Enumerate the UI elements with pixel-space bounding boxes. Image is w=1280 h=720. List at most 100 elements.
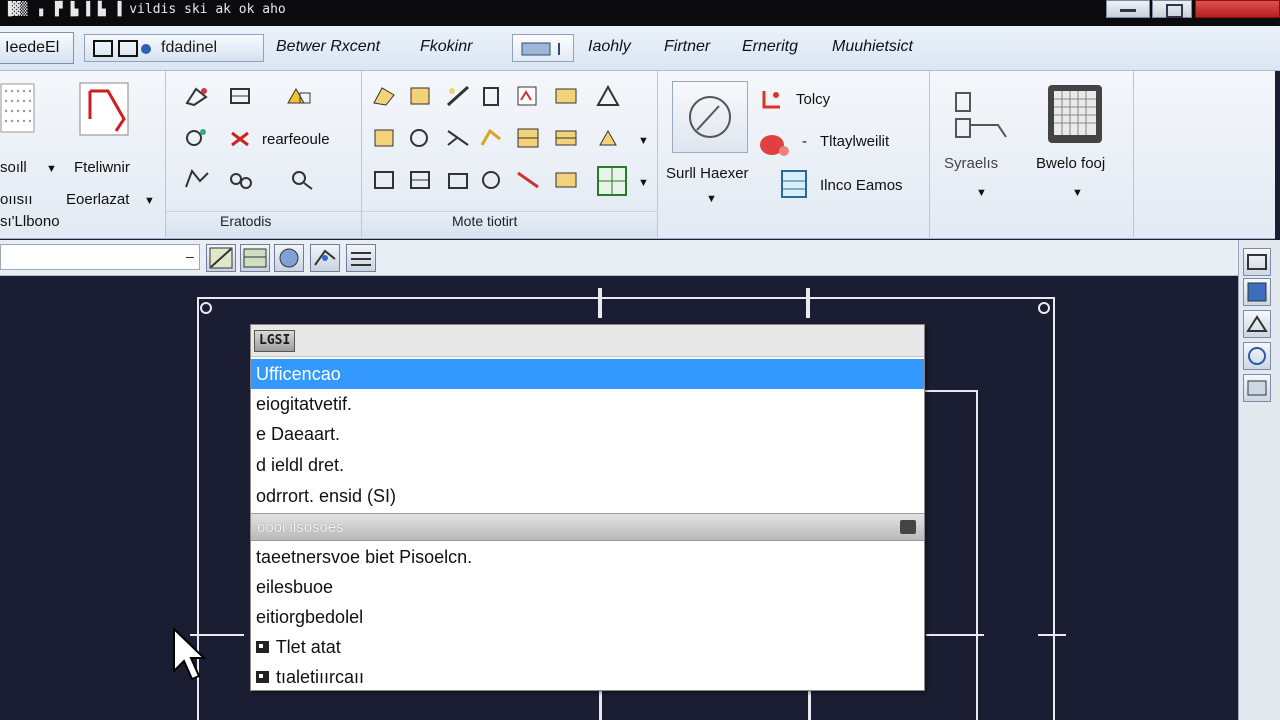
globe-tool-button[interactable]: [274, 244, 304, 272]
list-item-selected[interactable]: Ufficencao: [251, 359, 924, 389]
table-icon[interactable]: [780, 169, 808, 199]
tab-1[interactable]: Betwer Rxcent: [276, 38, 380, 56]
zoom-icon[interactable]: [290, 169, 316, 191]
corner-marker-icon: [1038, 302, 1050, 314]
minimize-button[interactable]: [1106, 0, 1150, 18]
tool-icon[interactable]: [286, 85, 312, 107]
chevron-down-icon[interactable]: ▼: [46, 163, 57, 175]
group4-item-a[interactable]: Tolcy: [796, 91, 830, 108]
quick-access-toolbar[interactable]: fdadinel: [84, 34, 264, 62]
tool-icon[interactable]: [372, 169, 398, 191]
group1-label-c[interactable]: oıısıı: [0, 191, 33, 208]
list-item[interactable]: taeetnersvoe biet Pisoelcn.: [251, 542, 924, 572]
tool-icon[interactable]: [516, 85, 542, 107]
tool-icon[interactable]: [228, 85, 254, 107]
tab-3[interactable]: Iaohly: [588, 38, 631, 56]
red-tool-icon[interactable]: [760, 87, 786, 109]
list-item-with-icon[interactable]: tıaletiıırcaıı: [251, 662, 924, 692]
separator-toggle-icon[interactable]: [900, 520, 916, 534]
pattern-icon: [351, 252, 371, 266]
list-item[interactable]: eiogitatvetif.: [251, 389, 924, 419]
dropdown-header-tag[interactable]: LGSI: [254, 330, 296, 352]
panel-button-4[interactable]: [1243, 342, 1271, 370]
tool-icon[interactable]: [446, 85, 472, 107]
layout-icon: [243, 248, 267, 268]
tool-icon[interactable]: [372, 127, 398, 149]
panel-button-1[interactable]: [1243, 248, 1271, 276]
tool-icon[interactable]: [596, 85, 622, 107]
tool-icon[interactable]: [408, 127, 434, 149]
group5-label-a[interactable]: Syraelıs: [944, 155, 998, 172]
chevron-down-icon[interactable]: ▼: [638, 177, 649, 189]
group1-label-b[interactable]: Fteliwnir: [74, 159, 130, 176]
tool-icon[interactable]: [516, 169, 542, 191]
list-item[interactable]: e Daeaart.: [251, 419, 924, 449]
tool-icon[interactable]: [554, 85, 580, 107]
tab-5[interactable]: Erneritg: [742, 38, 798, 56]
grid-panel-icon[interactable]: [1046, 83, 1104, 145]
red-shape-icon[interactable]: [758, 129, 792, 159]
group4-big-label[interactable]: Surll Haexer: [666, 165, 749, 182]
tool-icon[interactable]: [184, 85, 210, 107]
chevron-down-icon[interactable]: ▼: [976, 187, 987, 199]
draw-tool-button[interactable]: [310, 244, 340, 272]
dimension-tick-2: [806, 288, 810, 318]
tool-icon[interactable]: [228, 169, 254, 191]
diagonal-tool-button[interactable]: [206, 244, 236, 272]
group4-item-c[interactable]: Ilnco Eamos: [820, 177, 903, 194]
chevron-down-icon[interactable]: ▼: [144, 195, 155, 207]
group5-label-b[interactable]: Bwelo fooj: [1036, 155, 1105, 172]
tool-icon[interactable]: [554, 127, 580, 149]
chevron-down-icon[interactable]: ▼: [1072, 187, 1083, 199]
tab-active[interactable]: [512, 34, 574, 62]
group4-item-b[interactable]: Tltaylweilit: [820, 133, 889, 150]
dropdown-header: LGSI: [251, 325, 924, 357]
tool-icon[interactable]: [516, 127, 542, 149]
panel-icon: [1247, 254, 1267, 270]
list-item-with-icon[interactable]: Tlet atat: [251, 632, 924, 662]
red-draw-icon[interactable]: [78, 79, 134, 141]
tool-icon[interactable]: [480, 85, 506, 107]
list-item[interactable]: odrrort. ensid (SI): [251, 481, 924, 511]
tool-icon[interactable]: [446, 127, 472, 149]
list-item[interactable]: eilesbuoe: [251, 572, 924, 602]
group1-label-d[interactable]: Eoerlazat: [66, 191, 129, 208]
grid-icon[interactable]: [0, 83, 36, 135]
close-button[interactable]: [1195, 0, 1280, 18]
maximize-button[interactable]: [1152, 0, 1192, 18]
tool-icon[interactable]: [596, 165, 628, 197]
list-group-separator: oooi ilsosoes: [251, 513, 924, 541]
tool-icon[interactable]: [596, 127, 622, 149]
layout-tool-button[interactable]: [240, 244, 270, 272]
tab-4[interactable]: Firtner: [664, 38, 710, 56]
tool-icon[interactable]: [554, 169, 580, 191]
dimension-icon[interactable]: [952, 89, 1012, 143]
group2-text-a[interactable]: rearfeoule: [262, 131, 330, 148]
tool-icon[interactable]: [372, 85, 398, 107]
tool-icon[interactable]: [408, 85, 434, 107]
pattern-tool-button[interactable]: [346, 244, 376, 272]
tool-icon[interactable]: [184, 167, 210, 189]
chevron-down-icon[interactable]: ▼: [706, 193, 717, 205]
panel-icon: [1248, 347, 1266, 365]
command-field[interactable]: [0, 244, 200, 270]
tool-icon[interactable]: [480, 127, 506, 149]
panel-button-2[interactable]: [1243, 278, 1271, 306]
big-tool-button[interactable]: [672, 81, 748, 153]
list-item[interactable]: eitiorgbedolel: [251, 602, 924, 632]
field-dash: –: [186, 248, 194, 264]
group1-label-a[interactable]: soıll: [0, 159, 27, 176]
panel-button-3[interactable]: [1243, 310, 1271, 338]
tool-icon[interactable]: [408, 169, 434, 191]
tab-2[interactable]: Fkokinr: [420, 38, 472, 56]
group3-label: Mote tiotirt: [452, 213, 518, 229]
tab-6[interactable]: Muuhietsict: [832, 38, 913, 56]
panel-button-5[interactable]: [1243, 374, 1271, 402]
tab-first[interactable]: IeedeEl: [0, 32, 74, 64]
tool-icon[interactable]: [184, 127, 210, 149]
tool-icon[interactable]: [228, 127, 254, 149]
chevron-down-icon[interactable]: ▼: [638, 135, 649, 147]
tool-icon[interactable]: [446, 169, 472, 191]
tool-icon[interactable]: [480, 169, 506, 191]
list-item[interactable]: d ieldl dret.: [251, 450, 924, 480]
